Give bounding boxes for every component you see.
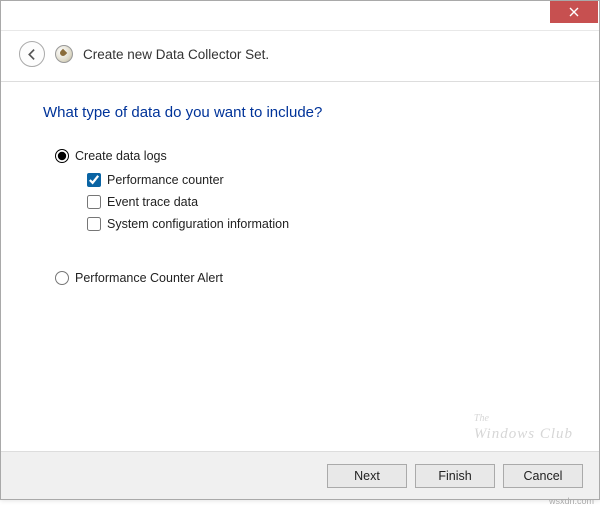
app-icon [55,45,73,63]
cancel-button[interactable]: Cancel [503,464,583,488]
wizard-window: Create new Data Collector Set. What type… [0,0,600,500]
back-button[interactable] [19,41,45,67]
check-event-trace[interactable]: Event trace data [87,195,557,209]
page-question: What type of data do you want to include… [43,104,557,121]
checkbox-group: Performance counter Event trace data Sys… [87,173,557,231]
content-area: What type of data do you want to include… [1,82,599,317]
button-bar: Next Finish Cancel [1,451,599,499]
checkbox-label: Event trace data [107,195,198,209]
check-event-trace-input[interactable] [87,195,101,209]
source-label: wsxdn.com [549,496,594,506]
watermark-line2: Windows Club [474,425,573,443]
watermark-line1: The [474,413,573,425]
close-button[interactable] [550,1,598,23]
check-performance-counter-input[interactable] [87,173,101,187]
radio-label: Performance Counter Alert [75,271,223,285]
radio-label: Create data logs [75,149,167,163]
radio-create-data-logs-input[interactable] [55,149,69,163]
check-system-config[interactable]: System configuration information [87,217,557,231]
checkbox-label: System configuration information [107,217,289,231]
wizard-header: Create new Data Collector Set. [1,31,599,82]
check-system-config-input[interactable] [87,217,101,231]
next-button[interactable]: Next [327,464,407,488]
radio-perf-counter-alert-input[interactable] [55,271,69,285]
radio-group: Create data logs Performance counter Eve… [55,149,557,285]
finish-button[interactable]: Finish [415,464,495,488]
radio-create-data-logs[interactable]: Create data logs [55,149,557,163]
titlebar [1,1,599,31]
wizard-title: Create new Data Collector Set. [83,47,269,62]
close-icon [569,7,579,17]
watermark: The Windows Club [474,413,573,443]
check-performance-counter[interactable]: Performance counter [87,173,557,187]
checkbox-label: Performance counter [107,173,224,187]
radio-perf-counter-alert[interactable]: Performance Counter Alert [55,271,557,285]
back-arrow-icon [26,48,39,61]
